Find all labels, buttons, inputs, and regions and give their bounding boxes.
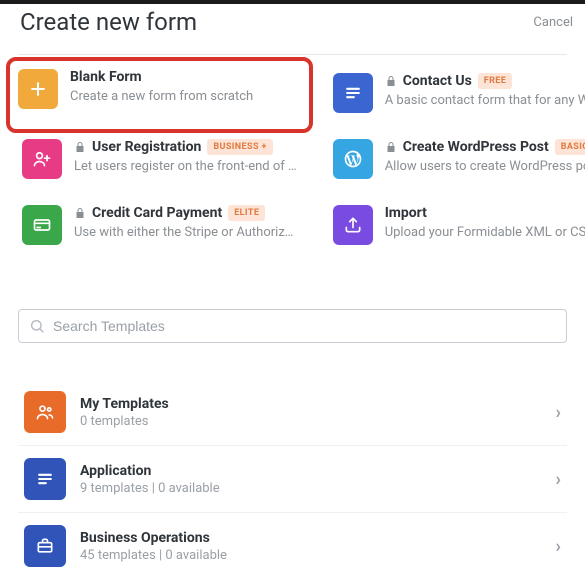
tile-title-text: Create WordPress Post <box>403 139 549 155</box>
tile-credit-card[interactable]: Credit Card Payment ELITE Use with eithe… <box>18 201 301 249</box>
tile-blank-form[interactable]: Blank Form Create a new form from scratc… <box>12 63 307 127</box>
category-meta: 0 templates <box>80 414 542 429</box>
tile-desc: Create a new form from scratch <box>70 89 301 104</box>
people-icon <box>24 391 66 433</box>
tile-desc: Upload your Formidable XML or CSV … <box>385 225 585 240</box>
form-lines-icon <box>333 73 373 113</box>
tile-title-text: Blank Form <box>70 69 142 85</box>
tile-import[interactable]: Import Upload your Formidable XML or CSV… <box>329 201 585 249</box>
category-application[interactable]: Application 9 templates | 0 available › <box>18 446 567 513</box>
tile-desc: Let users register on the front-end of … <box>74 159 297 174</box>
plan-badge: ELITE <box>228 205 265 221</box>
chevron-right-icon: › <box>556 536 561 557</box>
category-business-operations[interactable]: Business Operations 45 templates | 0 ava… <box>18 513 567 579</box>
lock-icon <box>385 75 397 87</box>
tile-desc: Use with either the Stripe or Authoriz… <box>74 225 297 240</box>
plus-icon <box>18 69 58 109</box>
tile-desc: Allow users to create WordPress post… <box>385 159 585 174</box>
tile-title-text: Contact Us <box>403 73 472 89</box>
category-title: My Templates <box>80 396 542 412</box>
upload-icon <box>333 205 373 245</box>
tile-title-text: Import <box>385 205 427 221</box>
search-input[interactable] <box>53 318 556 334</box>
lock-icon <box>74 207 86 219</box>
wordpress-icon <box>333 139 373 179</box>
user-plus-icon <box>22 139 62 179</box>
cancel-link[interactable]: Cancel <box>533 15 573 30</box>
category-list: My Templates 0 templates › Application 9… <box>0 343 585 579</box>
category-my-templates[interactable]: My Templates 0 templates › <box>18 379 567 446</box>
tile-title-text: User Registration <box>92 139 201 155</box>
page-title: Create new form <box>20 8 197 36</box>
tile-title-text: Credit Card Payment <box>92 205 222 221</box>
search-templates[interactable] <box>18 309 567 343</box>
tile-desc: A basic contact form that for any Wor… <box>385 93 585 108</box>
template-tiles: Blank Form Create a new form from scratc… <box>0 55 585 249</box>
category-meta: 9 templates | 0 available <box>80 481 542 496</box>
plan-badge: BUSINESS + <box>207 139 273 155</box>
category-title: Business Operations <box>80 530 542 546</box>
plan-badge: BASIC + <box>555 139 585 155</box>
category-title: Application <box>80 463 542 479</box>
credit-card-icon <box>22 205 62 245</box>
search-icon <box>29 318 45 334</box>
tile-wordpress-post[interactable]: Create WordPress Post BASIC + Allow user… <box>329 135 585 183</box>
form-lines-icon <box>24 458 66 500</box>
chevron-right-icon: › <box>556 402 561 423</box>
tile-contact-us[interactable]: Contact Us FREE A basic contact form tha… <box>329 69 585 117</box>
briefcase-icon <box>24 525 66 567</box>
category-meta: 45 templates | 0 available <box>80 548 542 563</box>
chevron-right-icon: › <box>556 469 561 490</box>
lock-icon <box>74 141 86 153</box>
tile-user-registration[interactable]: User Registration BUSINESS + Let users r… <box>18 135 301 183</box>
lock-icon <box>385 141 397 153</box>
plan-badge: FREE <box>478 73 512 89</box>
header-bar: Create new form Cancel <box>0 4 585 54</box>
